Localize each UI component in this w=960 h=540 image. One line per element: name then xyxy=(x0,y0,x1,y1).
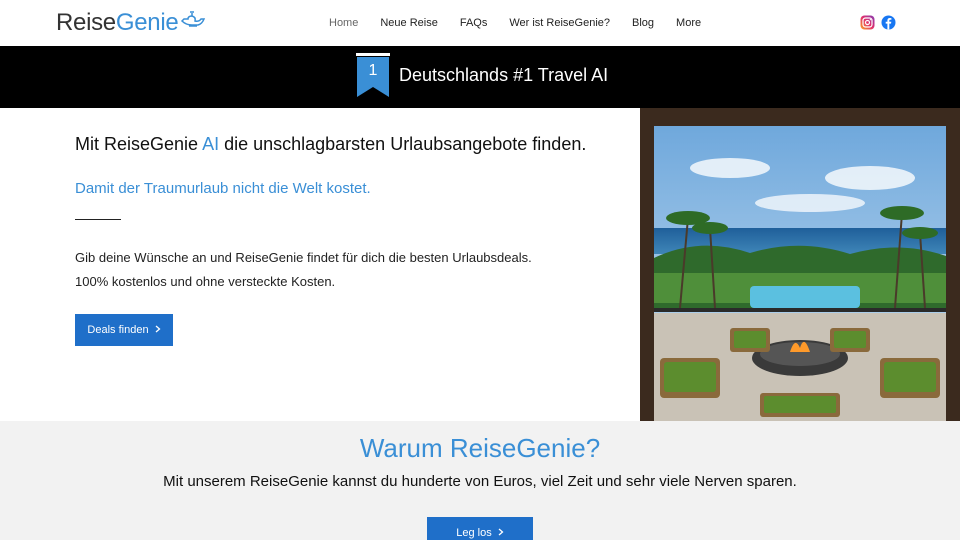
hero-section: Mit ReiseGenie AI die unschlagbarsten Ur… xyxy=(0,108,640,421)
nav-item-wer-ist-reisegenie[interactable]: Wer ist ReiseGenie? xyxy=(509,17,610,29)
facebook-icon[interactable] xyxy=(881,15,896,30)
why-text: Mit unserem ReiseGenie kannst du hundert… xyxy=(163,473,797,490)
nav-item-blog[interactable]: Blog xyxy=(632,17,654,29)
site-logo[interactable]: Reise Genie xyxy=(56,8,206,38)
site-header: Reise Genie Home Neue Reise FAQs Wer ist… xyxy=(0,0,960,46)
why-section: Warum ReiseGenie? Mit unserem ReiseGenie… xyxy=(0,421,960,540)
hero-divider xyxy=(75,219,121,220)
main-nav: Home Neue Reise FAQs Wer ist ReiseGenie?… xyxy=(318,0,712,46)
hero-body: Gib deine Wünsche an und ReiseGenie find… xyxy=(75,246,532,294)
hero-body-line: Gib deine Wünsche an und ReiseGenie find… xyxy=(75,250,532,265)
deals-finden-label: Deals finden xyxy=(87,324,149,336)
badge-number: 1 xyxy=(369,62,378,79)
chevron-right-icon xyxy=(155,324,161,336)
hero-headline-pre: Mit ReiseGenie xyxy=(75,134,203,154)
logo-text-reise: Reise xyxy=(56,9,116,36)
nav-item-home[interactable]: Home xyxy=(329,17,358,29)
hero-subheadline: Damit der Traumurlaub nicht die Welt kos… xyxy=(75,180,371,197)
top-banner: 1 Deutschlands #1 Travel AI xyxy=(0,46,960,108)
leg-los-label: Leg los xyxy=(456,527,492,539)
hero-headline-accent: AI xyxy=(202,134,220,154)
leg-los-button[interactable]: Leg los xyxy=(427,517,533,540)
genie-lamp-icon xyxy=(180,9,206,34)
ribbon-badge-icon: 1 xyxy=(356,53,390,104)
social-links xyxy=(860,15,896,30)
nav-item-more[interactable]: More xyxy=(676,17,701,29)
chevron-right-icon xyxy=(498,527,504,539)
instagram-icon[interactable] xyxy=(860,15,875,30)
hero-headline: Mit ReiseGenie AI die unschlagbarsten Ur… xyxy=(75,134,586,155)
deals-finden-button[interactable]: Deals finden xyxy=(75,314,173,346)
hero-headline-post: die unschlagbarsten Urlaubsangebote find… xyxy=(219,134,587,154)
nav-item-neue-reise[interactable]: Neue Reise xyxy=(380,17,437,29)
hero-resort-image xyxy=(640,108,960,421)
why-title: Warum ReiseGenie? xyxy=(359,433,601,463)
logo-text-genie: Genie xyxy=(115,9,179,36)
hero-body-line: 100% kostenlos und ohne versteckte Koste… xyxy=(75,274,336,289)
banner-text: Deutschlands #1 Travel AI xyxy=(399,65,609,85)
nav-item-faqs[interactable]: FAQs xyxy=(460,17,488,29)
